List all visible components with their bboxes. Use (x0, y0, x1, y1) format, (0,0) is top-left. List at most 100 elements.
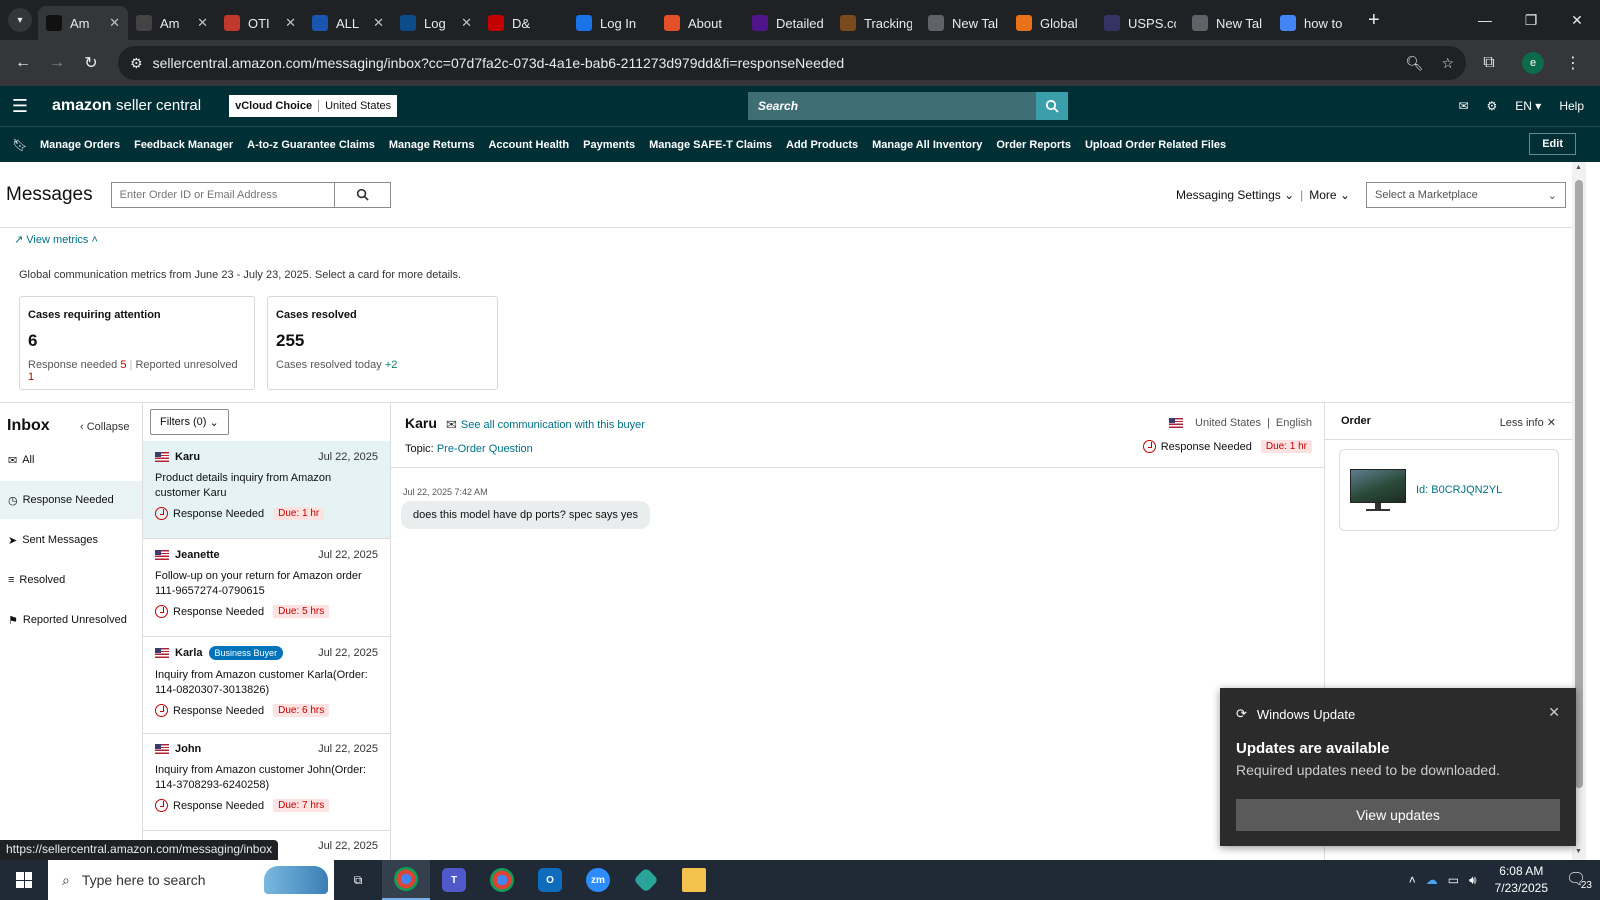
hamburger-menu-icon[interactable]: ☰ (0, 96, 40, 117)
network-icon[interactable]: ▭ (1448, 873, 1459, 887)
seller-central-logo[interactable]: amazon seller central (52, 97, 201, 115)
bookmark-link[interactable]: Payments (583, 139, 635, 151)
extensions-icon[interactable]: ⧉ (1474, 48, 1504, 78)
store-switcher[interactable]: vCloud Choice United States (229, 95, 398, 117)
folder-reported-unresolved[interactable]: ⚑ Reported Unresolved (0, 601, 142, 639)
bookmark-link[interactable]: Manage Returns (389, 139, 475, 151)
file-explorer-taskbar-icon[interactable] (670, 860, 718, 900)
scrollbar-thumb[interactable] (1575, 180, 1583, 788)
filters-button[interactable]: Filters (0) ⌄ (150, 409, 229, 435)
global-search-input[interactable] (748, 92, 1036, 120)
zoom-taskbar-icon[interactable]: zm (574, 860, 622, 900)
help-link[interactable]: Help (1559, 99, 1584, 113)
browser-tab[interactable]: Tracking (832, 6, 920, 40)
browser-tab[interactable]: Am ✕ (38, 6, 128, 40)
browser-tab[interactable]: Detailed (744, 6, 832, 40)
app-taskbar-icon[interactable] (622, 860, 670, 900)
bookmark-link[interactable]: Add Products (786, 139, 858, 151)
close-icon[interactable]: ✕ (1548, 704, 1560, 721)
onedrive-icon[interactable]: ☁ (1426, 873, 1438, 887)
bookmark-link[interactable]: Manage SAFE-T Claims (649, 139, 772, 151)
bookmark-icon[interactable]: 🔖︎ (0, 138, 40, 152)
volume-icon[interactable]: 🔊︎ (1469, 873, 1477, 888)
browser-tab[interactable]: OTI ✕ (216, 6, 304, 40)
messaging-settings-dropdown[interactable]: Messaging Settings ⌄ (1176, 188, 1294, 202)
close-tab-icon[interactable]: ✕ (285, 15, 296, 31)
site-info-icon[interactable]: ⚙ (130, 55, 143, 72)
outlook-taskbar-icon[interactable]: O (526, 860, 574, 900)
address-bar[interactable]: ⚙ sellercentral.amazon.com/messaging/inb… (118, 46, 1466, 80)
topic-link[interactable]: Pre-Order Question (437, 443, 533, 455)
chevron-up-icon[interactable]: ˄ (1409, 873, 1416, 887)
notification-center-icon[interactable]: 🗨︎ 23 (1566, 869, 1592, 891)
edit-bookmarks-button[interactable]: Edit (1529, 133, 1576, 155)
product-card[interactable]: Id: B0CRJQN2YL (1339, 449, 1559, 531)
reload-icon[interactable]: ↻ (76, 48, 106, 78)
see-all-communication-link[interactable]: ✉ See all communication with this buyer (446, 417, 645, 433)
global-search-button[interactable] (1036, 92, 1068, 120)
bookmark-link[interactable]: Manage All Inventory (872, 139, 982, 151)
browser-tab[interactable]: ALL ✕ (304, 6, 392, 40)
folder-resolved[interactable]: ≡ Resolved (0, 561, 142, 599)
conversation-item[interactable]: Karu Jul 22, 2025 Product details inquiry … (143, 441, 390, 539)
browser-menu-icon[interactable]: ⋮ (1558, 48, 1588, 78)
scroll-down-icon[interactable]: ▼ (1575, 848, 1582, 855)
browser-tab[interactable]: how to (1272, 6, 1360, 40)
teams-taskbar-icon[interactable]: T (430, 860, 478, 900)
browser-tab[interactable]: Log In (568, 6, 656, 40)
minimize-icon[interactable]: — (1462, 0, 1508, 40)
bookmark-star-icon[interactable]: ☆ (1441, 55, 1454, 72)
chrome-taskbar-icon[interactable] (382, 860, 430, 900)
conversation-item[interactable]: Karla Business Buyer Jul 22, 2025 Inquiry f… (143, 636, 390, 734)
profile-avatar[interactable]: e (1522, 52, 1544, 74)
chrome-profile-taskbar-icon[interactable] (478, 860, 526, 900)
folder-all[interactable]: ✉ All (0, 441, 142, 479)
conversation-item[interactable]: John Jul 22, 2025 Inquiry from Amazon cust… (143, 733, 390, 831)
view-updates-button[interactable]: View updates (1236, 799, 1560, 831)
task-view-icon[interactable]: ⧉ (334, 860, 382, 900)
folder-response-needed[interactable]: ◷ Response Needed (0, 481, 142, 519)
zoom-icon[interactable]: 🔍︎ (1406, 55, 1424, 72)
system-clock[interactable]: 6:08 AM 7/23/2025 (1495, 863, 1548, 897)
close-tab-icon[interactable]: ✕ (197, 15, 208, 31)
mail-icon[interactable]: ✉ (1458, 99, 1468, 113)
back-icon[interactable]: ← (8, 48, 38, 78)
tab-search-button[interactable]: ▾ (8, 8, 32, 32)
browser-tab[interactable]: Log ✕ (392, 6, 480, 40)
scroll-up-icon[interactable]: ▲ (1575, 164, 1582, 171)
bookmark-link[interactable]: Upload Order Related Files (1085, 139, 1226, 151)
bookmark-link[interactable]: Account Health (488, 139, 569, 151)
bookmark-link[interactable]: Order Reports (996, 139, 1071, 151)
close-tab-icon[interactable]: ✕ (109, 15, 120, 31)
order-search-input[interactable] (110, 181, 335, 208)
less-info-button[interactable]: Less info ✕ (1500, 416, 1556, 429)
bookmark-link[interactable]: Feedback Manager (134, 139, 233, 151)
browser-tab[interactable]: USPS.co (1096, 6, 1184, 40)
close-tab-icon[interactable]: ✕ (373, 15, 384, 31)
conversation-item[interactable]: Jeanette Jul 22, 2025 Follow-up on your re… (143, 539, 390, 637)
resolved-metric-card[interactable]: Cases resolved 255 Cases resolved today … (267, 296, 498, 390)
view-metrics-toggle[interactable]: ↗ View metrics ˄ (14, 233, 98, 246)
browser-tab[interactable]: D& (480, 6, 568, 40)
close-window-icon[interactable]: ✕ (1554, 0, 1600, 40)
more-dropdown[interactable]: More ⌄ (1309, 188, 1350, 202)
product-id-link[interactable]: Id: B0CRJQN2YL (1416, 484, 1502, 496)
bookmark-link[interactable]: Manage Orders (40, 139, 120, 151)
language-selector[interactable]: EN ▾ (1515, 99, 1541, 113)
new-tab-button[interactable]: + (1368, 9, 1380, 32)
browser-tab[interactable]: Global (1008, 6, 1096, 40)
order-search-button[interactable] (334, 181, 391, 208)
start-button[interactable] (0, 860, 48, 900)
browser-tab[interactable]: About (656, 6, 744, 40)
browser-tab[interactable]: New Tal (1184, 6, 1272, 40)
attention-metric-card[interactable]: Cases requiring attention 6 Response nee… (19, 296, 255, 390)
forward-icon[interactable]: → (42, 48, 72, 78)
collapse-button[interactable]: ‹ Collapse (80, 421, 130, 433)
close-tab-icon[interactable]: ✕ (461, 15, 472, 31)
settings-gear-icon[interactable]: ⚙ (1487, 99, 1498, 113)
browser-tab[interactable]: New Tal (920, 6, 1008, 40)
bookmark-link[interactable]: A-to-z Guarantee Claims (247, 139, 375, 151)
folder-sent-messages[interactable]: ➤ Sent Messages (0, 521, 142, 559)
browser-tab[interactable]: Am ✕ (128, 6, 216, 40)
taskbar-search[interactable]: ⌕ Type here to search (48, 860, 334, 900)
